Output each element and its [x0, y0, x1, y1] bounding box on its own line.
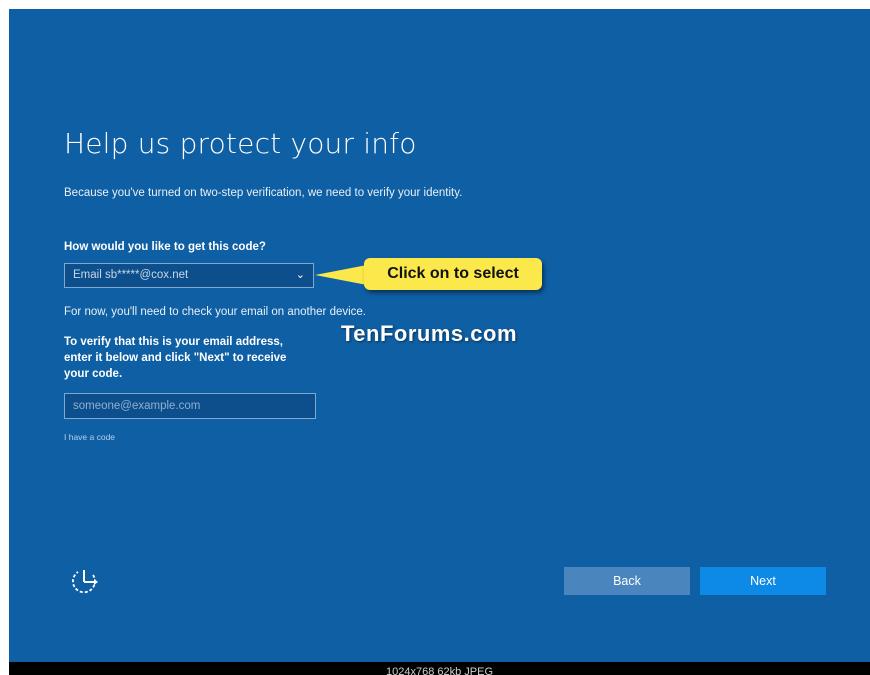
have-code-link[interactable]: I have a code — [64, 432, 115, 442]
oobe-screen: Help us protect your info Because you've… — [9, 9, 870, 662]
page-title: Help us protect your info — [64, 127, 417, 160]
image-info-text: 1024x768 62kb JPEG — [385, 666, 494, 675]
code-method-select[interactable]: Email sb*****@cox.net ⌄ — [64, 263, 314, 288]
page-subtitle: Because you've turned on two-step verifi… — [64, 187, 463, 199]
site-watermark: TenForums.com — [341, 321, 518, 346]
ease-of-access-icon[interactable] — [67, 565, 101, 599]
back-button[interactable]: Back — [564, 567, 690, 595]
code-method-selected-value: Email sb*****@cox.net — [73, 269, 189, 281]
code-method-question: How would you like to get this code? — [64, 241, 266, 253]
next-button[interactable]: Next — [700, 567, 826, 595]
email-field[interactable] — [64, 393, 316, 419]
callout-arrow — [315, 265, 367, 285]
verify-instructions: To verify that this is your email addres… — [64, 336, 287, 380]
image-info-bar: 1024x768 62kb JPEG — [9, 662, 870, 675]
chevron-down-icon: ⌄ — [295, 269, 305, 281]
callout-label: Click on to select — [364, 258, 542, 290]
device-note: For now, you'll need to check your email… — [64, 306, 367, 318]
